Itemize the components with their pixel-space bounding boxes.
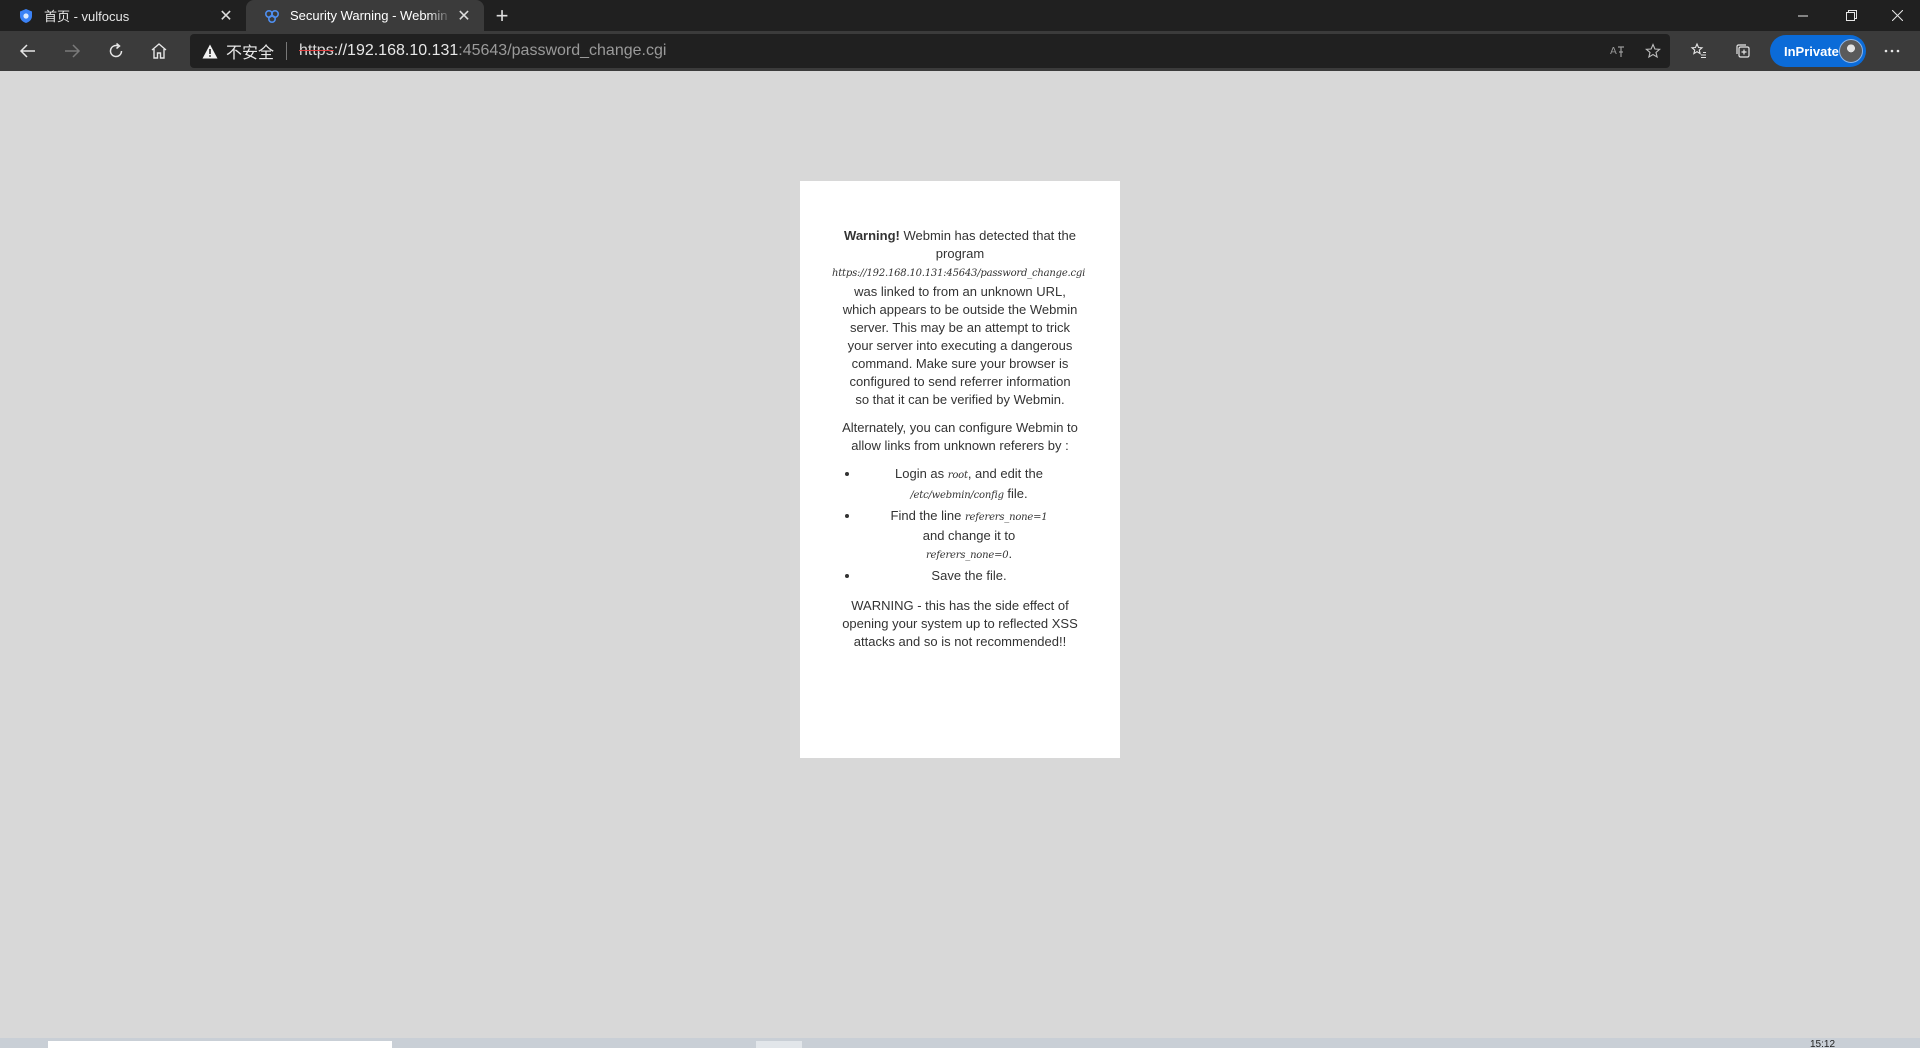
restore-icon xyxy=(1845,10,1857,21)
home-icon xyxy=(151,43,167,59)
warning-paragraph: Warning! Webmin has detected that the pr… xyxy=(832,227,1085,409)
browser-window: 首页 - vulfocus ✕ Security Warning - Webmi… xyxy=(0,0,1920,1048)
step-code: /etc/webmin/config xyxy=(910,490,1004,501)
more-icon xyxy=(1884,49,1900,53)
warning-strong: Warning! xyxy=(844,228,900,243)
program-url: https://192.168.10.131:45643/password_ch… xyxy=(832,268,1086,279)
taskbar-app-button[interactable] xyxy=(756,1041,802,1048)
warning-text: Webmin has detected that the program xyxy=(899,228,1076,261)
address-separator xyxy=(286,42,288,60)
step-text: and change it to xyxy=(922,528,1016,543)
shield-icon xyxy=(20,8,32,23)
refresh-icon xyxy=(109,42,123,58)
taskbar-clock[interactable]: 15:12 xyxy=(1810,1039,1835,1048)
step-text: file. xyxy=(1003,486,1028,501)
step-text: Save the file. xyxy=(931,568,1007,583)
steps-list: Login as root, and edit the /etc/webmin/… xyxy=(842,465,1078,587)
webmin-icon xyxy=(264,9,280,23)
tab-title: Security Warning - Webmin 1.910 xyxy=(290,8,452,23)
forward-icon xyxy=(65,44,81,58)
back-button[interactable] xyxy=(12,35,44,67)
step-text: . xyxy=(1008,546,1013,561)
favorites-button[interactable] xyxy=(1683,35,1715,67)
list-item: Login as root, and edit the /etc/webmin/… xyxy=(860,465,1078,507)
more-button[interactable] xyxy=(1876,35,1908,67)
new-tab-button[interactable]: + xyxy=(489,3,515,29)
read-aloud-button[interactable]: A xyxy=(1605,39,1629,63)
security-warning-panel: Warning! Webmin has detected that the pr… xyxy=(800,181,1120,758)
url-text[interactable]: https://192.168.10.131:45643/password_ch… xyxy=(299,42,666,60)
tab-strip: 首页 - vulfocus ✕ Security Warning - Webmi… xyxy=(0,0,1920,31)
close-tab-icon[interactable]: ✕ xyxy=(452,4,476,28)
forward-button[interactable] xyxy=(56,35,88,67)
collections-icon xyxy=(1736,44,1750,58)
page-viewport: Warning! Webmin has detected that the pr… xyxy=(0,71,1920,1038)
step-code: referers_none=0 xyxy=(925,550,1009,561)
security-indicator[interactable]: 不安全 xyxy=(202,39,274,63)
tab-vulfocus[interactable]: 首页 - vulfocus ✕ xyxy=(0,0,246,31)
favorite-star-icon xyxy=(1645,43,1661,59)
inprivate-button[interactable]: InPrivate xyxy=(1770,35,1866,67)
avatar xyxy=(1839,39,1863,63)
step-text: , and edit the xyxy=(967,466,1043,481)
add-favorite-button[interactable] xyxy=(1641,39,1665,63)
back-icon xyxy=(19,44,35,58)
alternately-paragraph: Alternately, you can configure Webmin to… xyxy=(842,420,1078,453)
browser-toolbar: 不安全 https://192.168.10.131:45643/passwor… xyxy=(0,31,1920,71)
collections-button[interactable] xyxy=(1727,35,1759,67)
step-text: Login as xyxy=(895,466,948,481)
tab-title: 首页 - vulfocus xyxy=(44,9,130,24)
security-label: 不安全 xyxy=(226,45,275,62)
close-icon xyxy=(1891,10,1903,21)
home-button[interactable] xyxy=(143,35,175,67)
address-bar[interactable]: 不安全 https://192.168.10.131:45643/passwor… xyxy=(190,34,1670,68)
list-item: Find the line referers_none=1 and change… xyxy=(860,507,1078,567)
close-window-button[interactable] xyxy=(1874,0,1920,31)
minimize-icon xyxy=(1798,15,1808,16)
step-code: root xyxy=(947,470,968,481)
step-code: referers_none=1 xyxy=(964,512,1048,523)
taskbar-search-box[interactable] xyxy=(48,1041,392,1048)
list-item: Save the file. xyxy=(860,567,1078,587)
restore-button[interactable] xyxy=(1828,0,1874,31)
tab-security-warning[interactable]: Security Warning - Webmin 1.910 ✕ xyxy=(246,0,484,31)
url-scheme: https xyxy=(299,42,334,59)
minimize-button[interactable] xyxy=(1780,0,1826,31)
step-text: Find the line xyxy=(890,508,965,523)
url-path: :45643/password_change.cgi xyxy=(458,42,667,59)
refresh-button[interactable] xyxy=(100,35,132,67)
read-aloud-icon: A xyxy=(1610,46,1624,57)
warning-triangle-icon xyxy=(202,44,218,58)
favorites-icon xyxy=(1690,42,1706,59)
svg-text:A: A xyxy=(1610,46,1617,57)
warning-text-continued: was linked to from an unknown URL, which… xyxy=(842,284,1078,407)
inprivate-label: InPrivate xyxy=(1784,43,1839,59)
final-warning: WARNING - this has the side effect of op… xyxy=(842,598,1078,649)
taskbar: 15:12 xyxy=(0,1038,1920,1048)
url-host: ://192.168.10.131 xyxy=(333,42,459,59)
close-tab-icon[interactable]: ✕ xyxy=(214,4,238,28)
